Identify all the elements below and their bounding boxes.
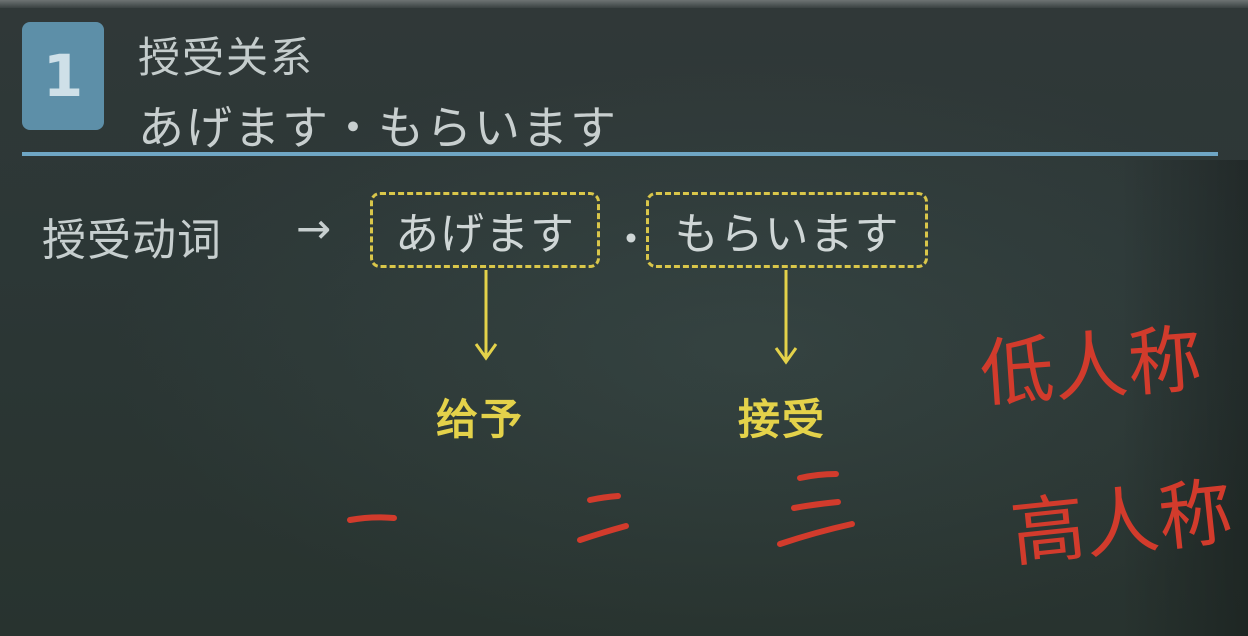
note-bottom-text: 高人称	[1007, 469, 1237, 578]
annotation-layer: 低人称 高人称	[347, 270, 1237, 578]
handwritten-number-2	[577, 493, 629, 543]
handwritten-note-top: 低人称	[977, 317, 1204, 418]
handwritten-note-bottom: 高人称	[1007, 469, 1237, 578]
handwritten-number-3	[777, 471, 855, 547]
arrow-down-icon	[474, 270, 498, 361]
blackboard-slide: 1 授受关系 あげます・もらいます 授受动词 → あげます ・ もらいます 给予…	[0, 0, 1248, 636]
arrow-down-icon	[774, 270, 798, 365]
note-top-text: 低人称	[977, 317, 1204, 418]
handwritten-number-1	[347, 514, 397, 523]
